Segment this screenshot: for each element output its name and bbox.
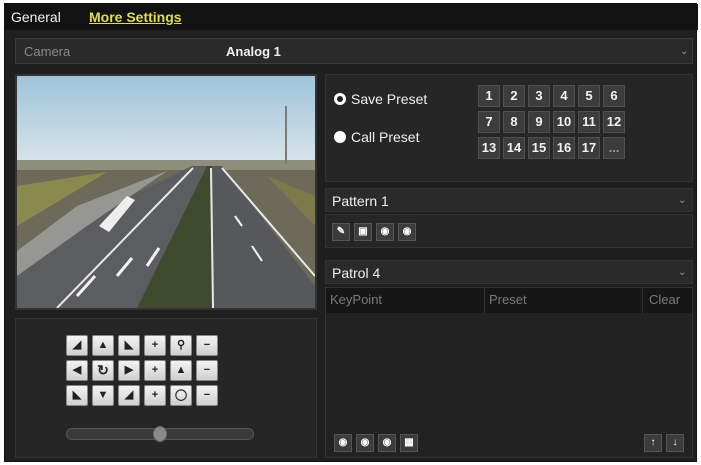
auto-scan-icon[interactable]: ↻ bbox=[92, 360, 114, 381]
arrow-up-left-icon[interactable]: ◢ bbox=[66, 335, 88, 356]
arrow-up-icon[interactable]: ▲ bbox=[92, 335, 114, 356]
tab-more-settings[interactable]: More Settings bbox=[89, 9, 182, 25]
preset-number-button[interactable]: 13 bbox=[478, 137, 500, 159]
pattern-title[interactable]: Pattern 1 bbox=[332, 193, 389, 209]
arrow-down-right-icon[interactable]: ◢ bbox=[118, 385, 140, 406]
tab-general[interactable]: General bbox=[11, 9, 61, 25]
arrow-left-icon[interactable]: ◀ bbox=[66, 360, 88, 381]
radio-unselected-icon[interactable] bbox=[334, 131, 346, 143]
preset-number-button[interactable]: 5 bbox=[578, 85, 600, 107]
focus-icon: ▲ bbox=[170, 360, 192, 381]
iris-close-button[interactable]: − bbox=[196, 385, 218, 406]
ptz-speed-slider[interactable] bbox=[66, 426, 254, 442]
radio-selected-icon[interactable] bbox=[334, 93, 346, 105]
zoom-out-button[interactable]: − bbox=[196, 335, 218, 356]
preset-number-button[interactable]: 14 bbox=[503, 137, 525, 159]
preset-number-button[interactable]: 15 bbox=[528, 137, 550, 159]
preset-number-button[interactable]: 8 bbox=[503, 111, 525, 133]
column-preset: Preset bbox=[489, 292, 527, 307]
preset-number-button[interactable]: 7 bbox=[478, 111, 500, 133]
pattern-toolbar: ✎ ▣ ◉ ◉ bbox=[325, 214, 693, 248]
preset-number-button[interactable]: 11 bbox=[578, 111, 600, 133]
patrol-selector[interactable]: Patrol 4 ⌄ bbox=[325, 260, 693, 284]
patrol-table-header: KeyPoint Preset Clear bbox=[326, 288, 692, 313]
arrow-right-icon[interactable]: ▶ bbox=[118, 360, 140, 381]
arrow-down-icon[interactable]: ▼ bbox=[92, 385, 114, 406]
call-preset-option[interactable]: Call Preset bbox=[334, 129, 419, 145]
preset-number-button[interactable]: 10 bbox=[553, 111, 575, 133]
chevron-down-icon[interactable]: ⌄ bbox=[678, 267, 686, 278]
play-icon[interactable]: ◉ bbox=[376, 223, 394, 241]
preset-number-button[interactable]: 2 bbox=[503, 85, 525, 107]
column-divider bbox=[484, 288, 485, 313]
more-presets-button[interactable]: ... bbox=[603, 137, 625, 159]
stop-icon[interactable]: ◉ bbox=[356, 434, 374, 452]
pattern-selector[interactable]: Pattern 1 ⌄ bbox=[325, 188, 693, 212]
column-keypoint: KeyPoint bbox=[330, 292, 383, 307]
move-up-icon[interactable]: ↑ bbox=[644, 434, 662, 452]
preset-number-button[interactable]: 6 bbox=[603, 85, 625, 107]
zoom-in-button[interactable]: + bbox=[144, 335, 166, 356]
save-preset-label: Save Preset bbox=[351, 91, 428, 107]
save-preset-option[interactable]: Save Preset bbox=[334, 91, 427, 107]
ptz-control-panel: ◢ ▲ ◣ + ⚲ − ◀ ↻ ▶ + ▲ − ◣ ▼ ◢ + ◯ − bbox=[15, 318, 317, 458]
preset-number-button[interactable]: 4 bbox=[553, 85, 575, 107]
preset-number-button[interactable]: 17 bbox=[578, 137, 600, 159]
arrow-up-right-icon[interactable]: ◣ bbox=[118, 335, 140, 356]
edit-icon[interactable]: ✎ bbox=[332, 223, 350, 241]
move-down-icon[interactable]: ↓ bbox=[666, 434, 684, 452]
set-icon[interactable]: ◉ bbox=[378, 434, 396, 452]
ptz-settings-window: General More Settings Camera Analog 1 ⌄ bbox=[4, 3, 698, 462]
camera-label: Camera bbox=[24, 44, 71, 59]
preset-number-button[interactable]: 3 bbox=[528, 85, 550, 107]
chevron-down-icon[interactable]: ⌄ bbox=[680, 46, 688, 57]
preset-number-button[interactable]: 12 bbox=[603, 111, 625, 133]
zoom-icon: ⚲ bbox=[170, 335, 192, 356]
camera-image bbox=[17, 76, 315, 308]
iris-icon: ◯ bbox=[170, 385, 192, 406]
stop-icon[interactable]: ◉ bbox=[398, 223, 416, 241]
column-divider bbox=[642, 288, 643, 313]
preset-number-button[interactable]: 1 bbox=[478, 85, 500, 107]
tab-bar: General More Settings bbox=[5, 4, 698, 30]
live-preview bbox=[15, 74, 317, 310]
iris-open-button[interactable]: + bbox=[144, 385, 166, 406]
delete-icon[interactable]: ▦ bbox=[400, 434, 418, 452]
chevron-down-icon[interactable]: ⌄ bbox=[678, 195, 686, 206]
camera-selector[interactable]: Camera Analog 1 ⌄ bbox=[15, 38, 693, 64]
save-icon[interactable]: ▣ bbox=[354, 223, 372, 241]
preset-panel: Save Preset Call Preset 1 2 3 4 5 6 7 8 … bbox=[325, 74, 693, 182]
patrol-title[interactable]: Patrol 4 bbox=[332, 265, 380, 281]
slider-handle[interactable] bbox=[153, 426, 167, 442]
patrol-table: KeyPoint Preset Clear ◉ ◉ ◉ ▦ ↑ ↓ bbox=[325, 287, 693, 458]
focus-near-button[interactable]: + bbox=[144, 360, 166, 381]
arrow-down-left-icon[interactable]: ◣ bbox=[66, 385, 88, 406]
preset-number-button[interactable]: 16 bbox=[553, 137, 575, 159]
camera-value[interactable]: Analog 1 bbox=[226, 44, 281, 59]
preset-number-button[interactable]: 9 bbox=[528, 111, 550, 133]
play-icon[interactable]: ◉ bbox=[334, 434, 352, 452]
call-preset-label: Call Preset bbox=[351, 129, 420, 145]
column-clear: Clear bbox=[649, 292, 681, 307]
focus-far-button[interactable]: − bbox=[196, 360, 218, 381]
